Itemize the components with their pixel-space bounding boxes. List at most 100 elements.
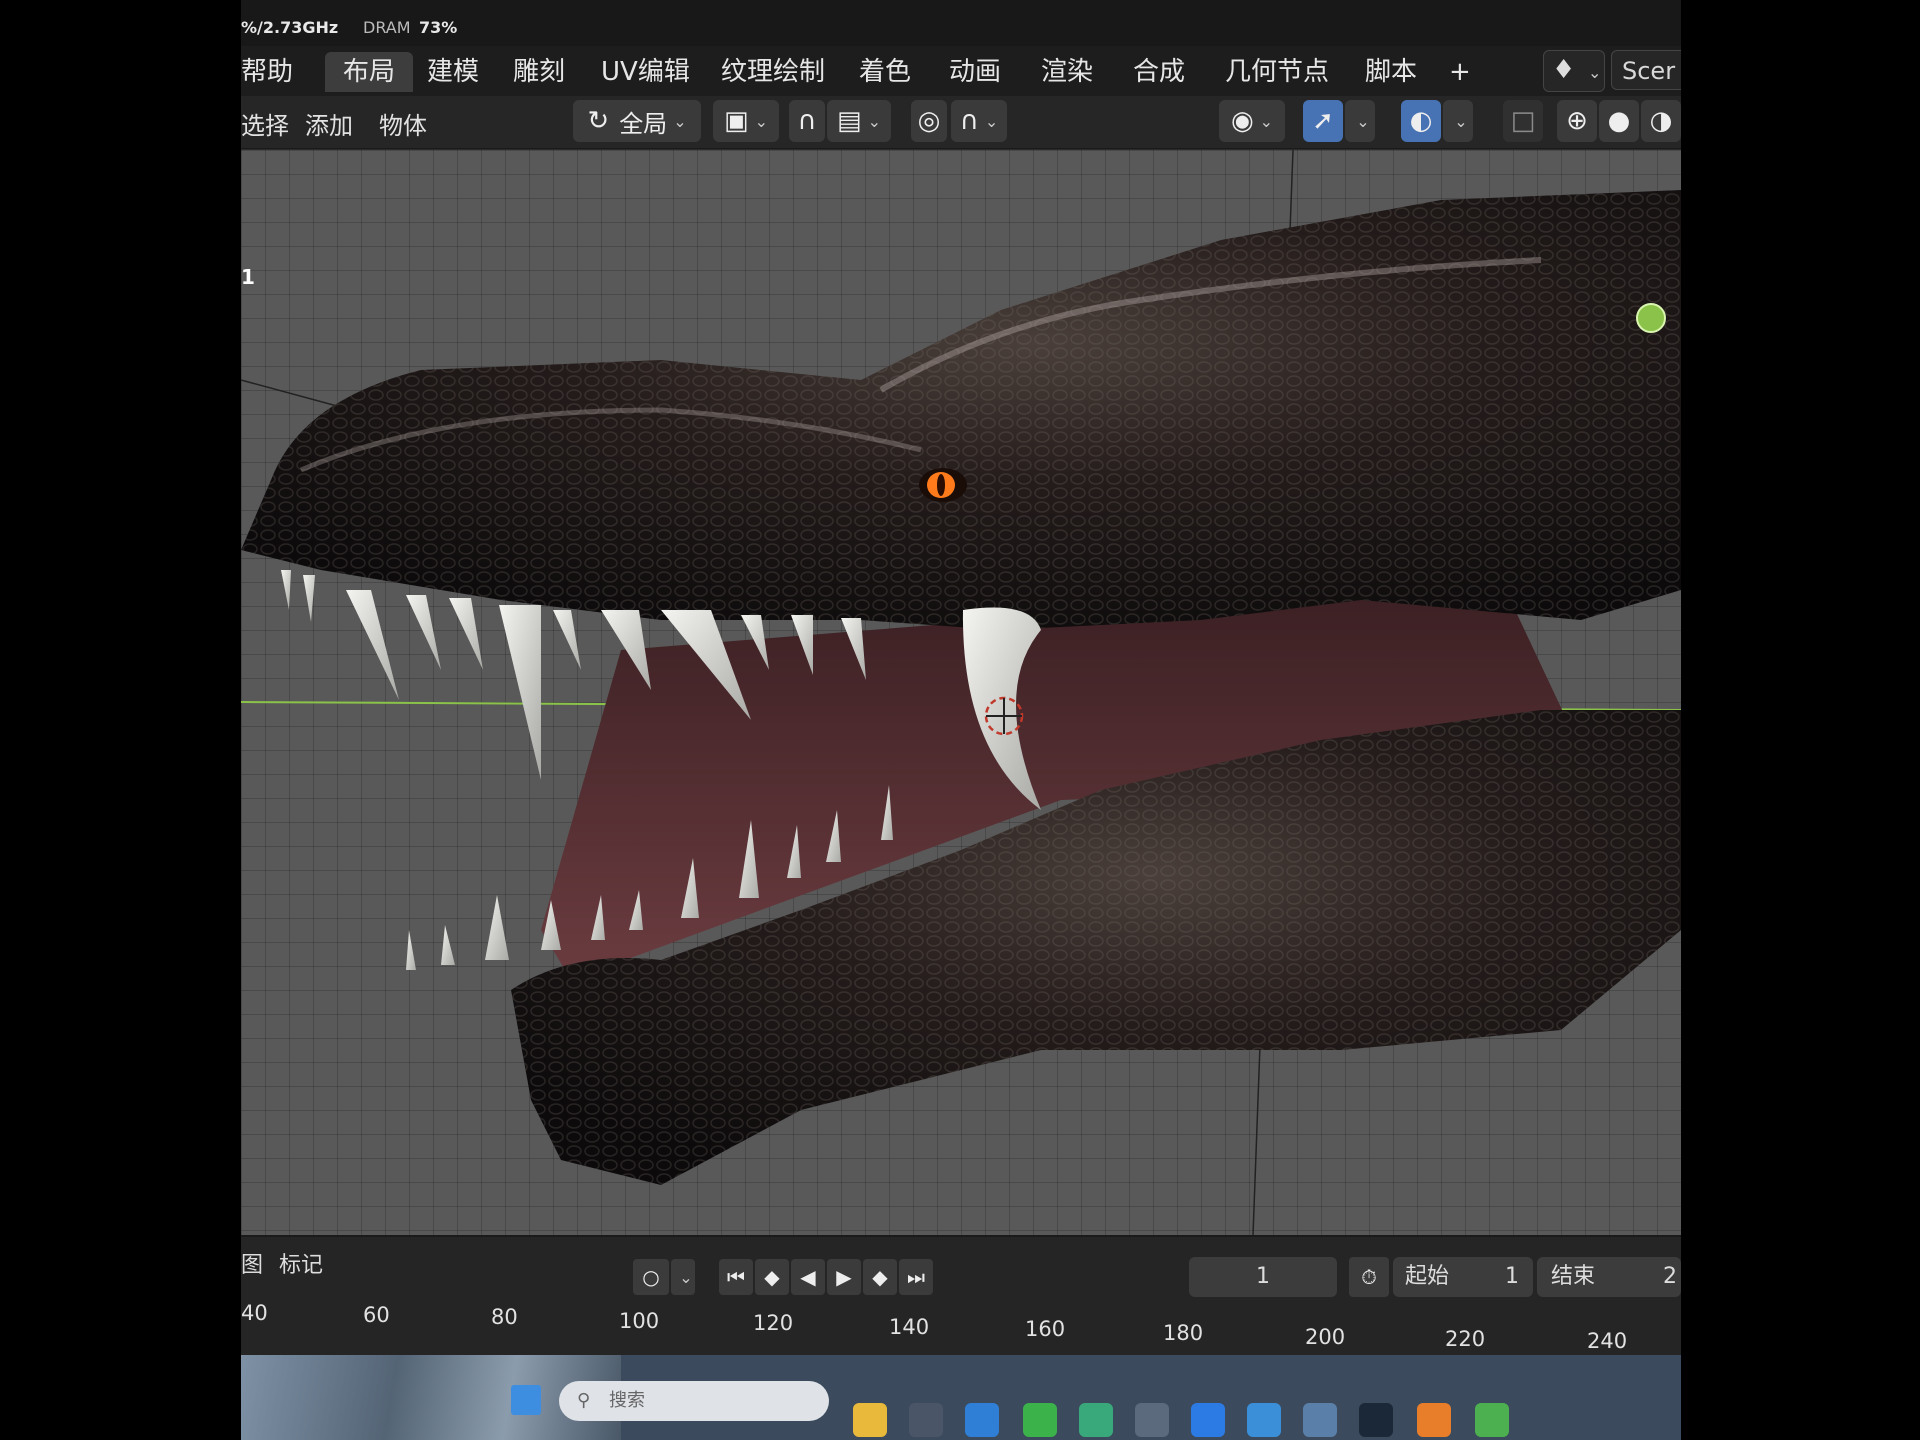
gizmo-dropdown[interactable]: ⌄ [1345,100,1375,142]
app-icon[interactable] [1303,1403,1337,1437]
dram-label: DRAM [363,18,411,37]
frame-tick: 200 [1305,1325,1346,1349]
solid-sphere-icon: ● [1607,106,1631,136]
falloff-dropdown[interactable]: ∩ ⌄ [951,100,1007,142]
end-frame-field[interactable]: 结束 2 [1537,1257,1681,1297]
stopwatch-icon: ⏱ [1361,1265,1377,1289]
jump-start-icon: ⏮ [727,1265,745,1289]
jump-end-button[interactable]: ⏭ [899,1259,933,1295]
frame-tick: 240 [1587,1329,1628,1353]
tab-shading[interactable]: 着色 [859,52,911,92]
chevron-down-icon: ⌄ [1454,111,1468,131]
blender-screen: %/2.73GHz DRAM 73% 帮助 布局 建模 雕刻 UV编辑 纹理绘制… [241,0,1681,1440]
workspace-tabs-bar: 帮助 布局 建模 雕刻 UV编辑 纹理绘制 着色 动画 渲染 合成 几何节点 脚… [241,46,1681,96]
frame-tick: 180 [1163,1321,1204,1345]
scene-selector-icon[interactable]: ♦ ⌄ [1543,50,1605,92]
search-placeholder: 搜索 [609,1390,645,1411]
store-icon[interactable] [965,1403,999,1437]
scene-name-field[interactable]: Scer [1611,50,1681,90]
menu-help[interactable]: 帮助 [241,52,293,92]
current-frame-field[interactable]: 1 [1189,1257,1337,1297]
ide-icon[interactable] [1079,1403,1113,1437]
app-icon[interactable] [1135,1403,1169,1437]
menu-select[interactable]: 选择 [241,106,289,141]
app-icon[interactable] [1475,1403,1509,1437]
frame-tick: 140 [889,1315,930,1339]
qq-icon[interactable] [1191,1403,1225,1437]
play-reverse-button[interactable]: ◀ [791,1259,825,1295]
transform-axes-icon: ↻ [587,106,610,136]
tab-layout[interactable]: 布局 [325,52,414,92]
eye-icon: ◉ [1230,106,1254,136]
frame-tick: 100 [619,1309,660,1333]
shading-material-button[interactable]: ◑ [1641,100,1681,142]
keying-toggle[interactable]: ○ [633,1259,669,1295]
frame-tick: 40 [241,1301,268,1325]
frame-tick: 120 [753,1311,794,1335]
app-icon[interactable] [909,1403,943,1437]
end-value: 2 [1663,1264,1677,1289]
prev-keyframe-button[interactable]: ◆ [755,1259,789,1295]
tab-sculpting[interactable]: 雕刻 [513,52,565,92]
next-keyframe-icon: ◆ [872,1265,888,1289]
play-reverse-icon: ◀ [800,1265,816,1289]
shading-wireframe-button[interactable]: ⊕ [1557,100,1597,142]
add-workspace-button[interactable]: + [1449,52,1471,92]
xray-icon: □ [1510,106,1536,136]
pivot-point-dropdown[interactable]: ▣ ⌄ [713,100,779,142]
taskbar-search-field[interactable]: ⚲ 搜索 [559,1381,829,1421]
keying-dropdown[interactable]: ⌄ [671,1259,695,1295]
proportional-editing-toggle[interactable]: ◎ [911,100,947,142]
snap-target-dropdown[interactable]: ▤ ⌄ [827,100,891,142]
chevron-down-icon: ⌄ [1588,63,1602,82]
menu-object[interactable]: 物体 [379,106,427,141]
app-icon[interactable] [1247,1403,1281,1437]
overlays-toggle[interactable]: ◐ [1401,100,1441,142]
chat-app-icon[interactable] [1023,1403,1057,1437]
menu-view[interactable]: 图 [241,1247,263,1279]
tab-uv-editing[interactable]: UV编辑 [601,52,690,92]
windows-start-icon[interactable] [511,1385,541,1415]
tab-compositing[interactable]: 合成 [1133,52,1185,92]
jump-start-button[interactable]: ⏮ [719,1259,753,1295]
play-icon: ▶ [836,1265,852,1289]
gizmo-icon: ➚ [1312,106,1334,136]
3d-viewport[interactable]: 1 [241,150,1681,1235]
stopwatch-toggle[interactable]: ⏱ [1349,1257,1389,1297]
tab-modeling[interactable]: 建模 [427,52,479,92]
frame-tick: 60 [363,1303,390,1327]
prev-keyframe-icon: ◆ [764,1265,780,1289]
chevron-down-icon: ⌄ [679,1267,693,1287]
xray-toggle[interactable]: □ [1503,100,1543,142]
shading-solid-button[interactable]: ● [1599,100,1639,142]
proportional-icon: ◎ [917,106,941,136]
blender-icon[interactable] [1417,1403,1451,1437]
next-keyframe-button[interactable]: ◆ [863,1259,897,1295]
search-icon: ⚲ [577,1390,591,1411]
material-sphere-icon: ◑ [1649,106,1673,136]
tab-texture-paint[interactable]: 纹理绘制 [721,52,825,92]
tab-geometry-nodes[interactable]: 几何节点 [1225,52,1329,92]
gizmo-toggle[interactable]: ➚ [1303,100,1343,142]
dinosaur-head-model [241,150,1681,1235]
tab-rendering[interactable]: 渲染 [1041,52,1093,92]
menu-marker[interactable]: 标记 [279,1247,323,1279]
play-button[interactable]: ▶ [827,1259,861,1295]
frame-tick: 80 [491,1305,518,1329]
visibility-dropdown[interactable]: ◉ ⌄ [1219,100,1285,142]
steam-icon[interactable] [1359,1403,1393,1437]
record-icon: ○ [642,1265,660,1289]
overlays-dropdown[interactable]: ⌄ [1443,100,1473,142]
snap-toggle[interactable]: ∩ [789,100,825,142]
viewport-header: 选择 添加 物体 ↻ 全局 ⌄ ▣ ⌄ ∩ ▤ ⌄ ◎ ∩ ⌄ ◉ ⌄ ➚ ⌄ … [241,96,1681,149]
transform-orientation-dropdown[interactable]: ↻ 全局 ⌄ [573,100,701,142]
file-explorer-icon[interactable] [853,1403,887,1437]
frame-tick: 160 [1025,1317,1066,1341]
dram-value: 73% [419,18,458,37]
tab-animation[interactable]: 动画 [949,52,1001,92]
menu-add[interactable]: 添加 [305,106,353,141]
increment-icon: ▤ [837,106,862,136]
timeline-panel: 图 标记 ○ ⌄ ⏮ ◆ ◀ ▶ ◆ ⏭ 1 ⏱ 起始 1 结束 2 40 60… [241,1235,1681,1357]
tab-scripting[interactable]: 脚本 [1365,52,1417,92]
start-frame-field[interactable]: 起始 1 [1393,1257,1533,1297]
